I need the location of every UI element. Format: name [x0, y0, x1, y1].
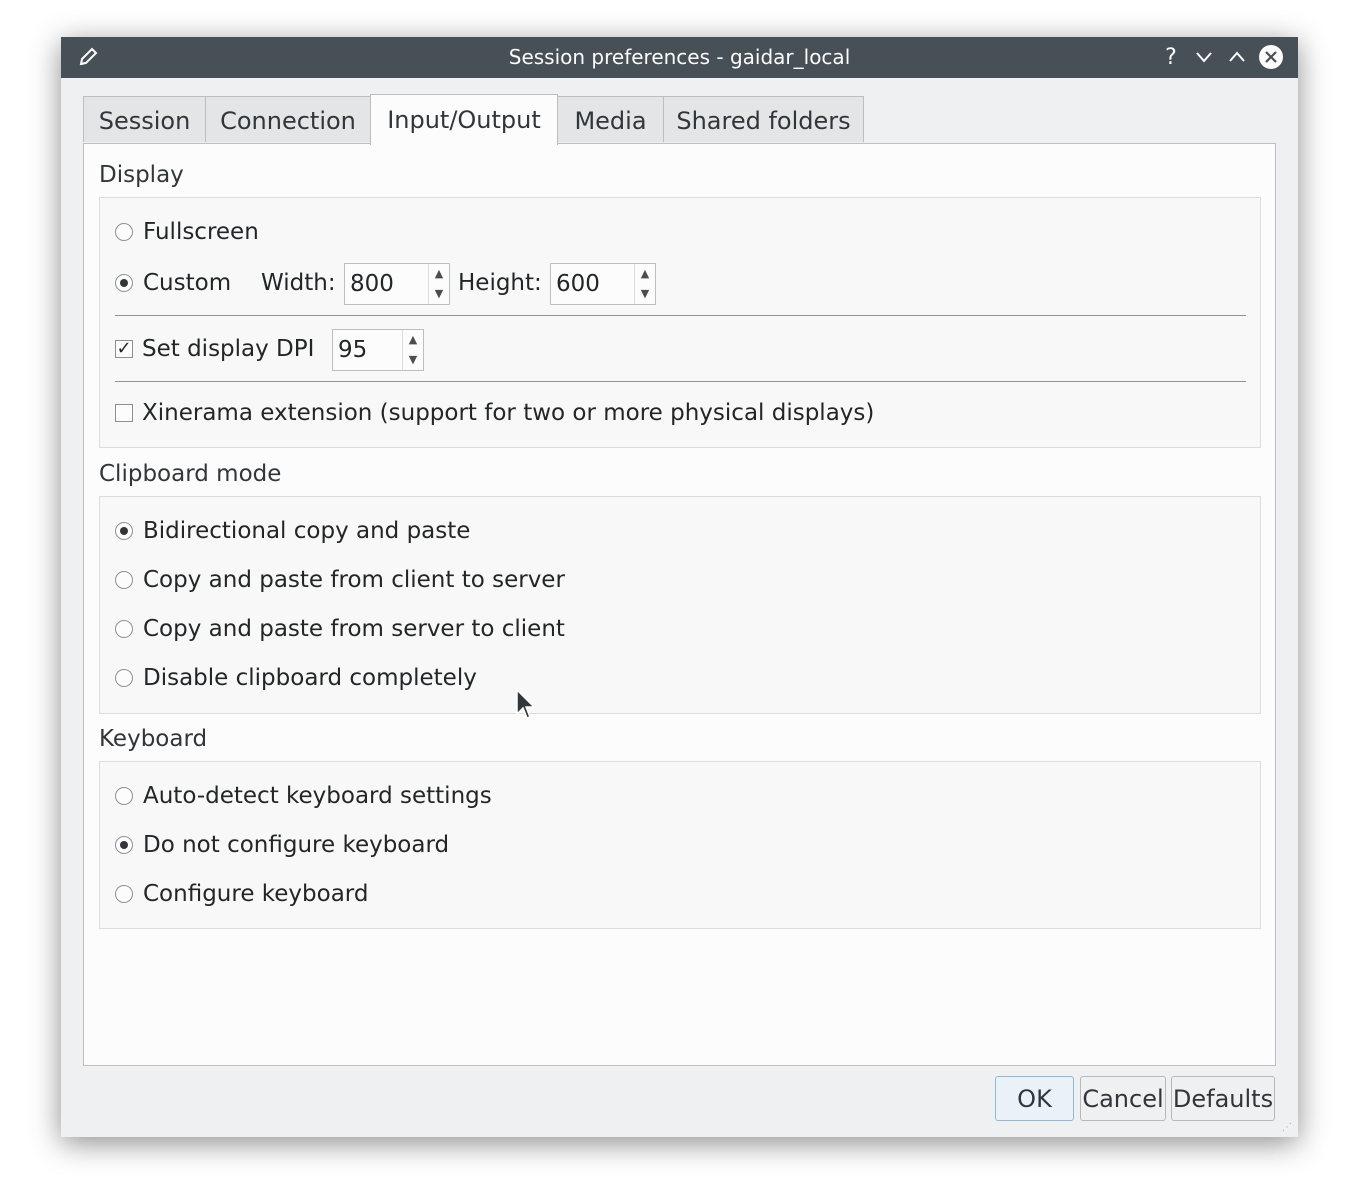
width-label: Width:: [261, 270, 336, 296]
clipboard-radio[interactable]: [115, 620, 133, 638]
spin-down-icon[interactable]: ▼: [429, 284, 449, 304]
cancel-button[interactable]: Cancel: [1080, 1076, 1166, 1121]
fullscreen-radio[interactable]: [115, 223, 133, 241]
width-value: 800: [350, 271, 394, 297]
custom-option[interactable]: Custom: [115, 265, 231, 301]
keyboard-radio[interactable]: [115, 787, 133, 805]
clipboard-option-bidirectional[interactable]: Bidirectional copy and paste: [115, 513, 470, 549]
keyboard-option-auto-detect[interactable]: Auto-detect keyboard settings: [115, 778, 492, 814]
defaults-button[interactable]: Defaults: [1171, 1076, 1275, 1121]
title-bar[interactable]: Session preferences - gaidar_local ?: [61, 37, 1298, 78]
height-value: 600: [556, 271, 600, 297]
fullscreen-option[interactable]: Fullscreen: [115, 214, 259, 250]
close-icon: [1259, 45, 1283, 69]
clipboard-group: Bidirectional copy and paste Copy and pa…: [99, 496, 1261, 714]
tab-media[interactable]: Media: [557, 96, 664, 142]
tab-session[interactable]: Session: [83, 96, 206, 142]
keyboard-group: Auto-detect keyboard settings Do not con…: [99, 761, 1261, 929]
display-group: Fullscreen Custom Width: 800 ▲ ▼ Height: …: [99, 197, 1261, 448]
tab-input-output[interactable]: Input/Output: [370, 94, 558, 145]
display-group-title: Display: [99, 162, 184, 188]
xinerama-option[interactable]: Xinerama extension (support for two or m…: [115, 395, 874, 431]
clipboard-radio[interactable]: [115, 571, 133, 589]
fullscreen-label: Fullscreen: [143, 219, 259, 245]
custom-label: Custom: [143, 270, 232, 296]
height-label: Height:: [458, 270, 542, 296]
keyboard-radio[interactable]: [115, 885, 133, 903]
xinerama-checkbox[interactable]: [115, 404, 133, 422]
preferences-dialog: Session preferences - gaidar_local ? Ses…: [61, 37, 1298, 1137]
spin-down-icon[interactable]: ▼: [635, 284, 655, 304]
clipboard-radio[interactable]: [115, 522, 133, 540]
keyboard-option-label: Configure keyboard: [143, 881, 369, 907]
spin-up-icon[interactable]: ▲: [429, 264, 449, 284]
separator: [115, 315, 1246, 316]
maximize-button[interactable]: [1225, 37, 1249, 78]
custom-radio[interactable]: [115, 274, 133, 292]
dpi-option[interactable]: ✓ Set display DPI: [115, 331, 314, 367]
dpi-label: Set display DPI: [142, 336, 315, 362]
dpi-checkbox[interactable]: ✓: [115, 340, 133, 358]
resize-grip-icon[interactable]: ⋰: [1282, 1122, 1292, 1133]
keyboard-radio[interactable]: [115, 836, 133, 854]
clipboard-radio[interactable]: [115, 669, 133, 687]
clipboard-option-label: Bidirectional copy and paste: [143, 518, 471, 544]
dpi-spinbox[interactable]: 95 ▲ ▼: [332, 329, 424, 371]
keyboard-group-title: Keyboard: [99, 726, 208, 752]
keyboard-option-do-not-configure[interactable]: Do not configure keyboard: [115, 827, 449, 863]
input-output-panel: Display Fullscreen Custom Width: 800 ▲ ▼ …: [83, 143, 1276, 1066]
clipboard-option-client-to-server[interactable]: Copy and paste from client to server: [115, 562, 565, 598]
mouse-cursor-icon: [516, 688, 536, 719]
window-title: Session preferences - gaidar_local: [508, 45, 851, 69]
chevron-up-icon: [1229, 51, 1245, 62]
help-button[interactable]: ?: [1159, 37, 1183, 78]
clipboard-group-title: Clipboard mode: [99, 461, 282, 487]
separator: [115, 381, 1246, 382]
spin-down-icon[interactable]: ▼: [403, 350, 423, 370]
keyboard-option-label: Auto-detect keyboard settings: [143, 783, 492, 809]
keyboard-option-configure[interactable]: Configure keyboard: [115, 876, 368, 912]
xinerama-label: Xinerama extension (support for two or m…: [142, 400, 875, 426]
clipboard-option-label: Copy and paste from server to client: [143, 616, 565, 642]
keyboard-option-label: Do not configure keyboard: [143, 832, 450, 858]
close-button[interactable]: [1258, 37, 1284, 78]
clipboard-option-label: Copy and paste from client to server: [143, 567, 565, 593]
minimize-button[interactable]: [1192, 37, 1216, 78]
spin-up-icon[interactable]: ▲: [403, 330, 423, 350]
chevron-down-icon: [1196, 52, 1212, 63]
tab-connection[interactable]: Connection: [205, 96, 371, 142]
clipboard-option-disable[interactable]: Disable clipboard completely: [115, 660, 477, 696]
ok-button[interactable]: OK: [995, 1076, 1074, 1121]
dpi-value: 95: [338, 337, 368, 363]
spin-up-icon[interactable]: ▲: [635, 264, 655, 284]
clipboard-option-label: Disable clipboard completely: [143, 665, 477, 691]
height-spinbox[interactable]: 600 ▲ ▼: [550, 263, 656, 305]
width-spinbox[interactable]: 800 ▲ ▼: [344, 263, 450, 305]
clipboard-option-server-to-client[interactable]: Copy and paste from server to client: [115, 611, 565, 647]
tab-shared-folders[interactable]: Shared folders: [663, 96, 864, 142]
